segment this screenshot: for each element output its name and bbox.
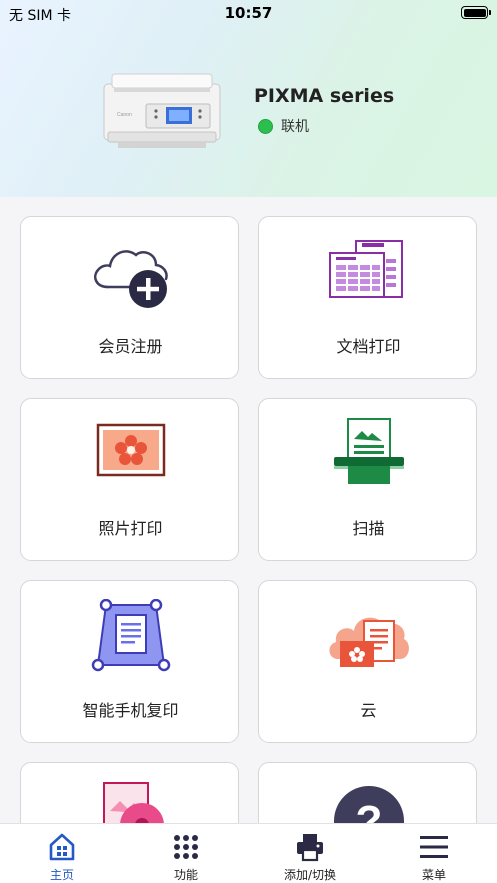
tab-label: 功能	[173, 868, 198, 882]
card-scan[interactable]: 扫描	[258, 398, 477, 561]
card-quick-menu[interactable]	[20, 762, 239, 823]
card-document-print[interactable]: 文档打印	[258, 216, 477, 379]
home-icon	[49, 833, 75, 861]
card-smartphone-copy[interactable]: 智能手机复印	[20, 580, 239, 743]
card-label: 智能手机复印	[82, 701, 179, 720]
online-status-icon	[258, 118, 273, 134]
tab-home[interactable]: 主页	[0, 824, 124, 883]
printer-image: Canon	[103, 73, 221, 148]
svg-text:?: ?	[355, 797, 382, 823]
scan-icon	[333, 418, 404, 484]
card-label: 云	[360, 701, 377, 720]
tab-label: 添加/切换	[283, 868, 337, 882]
cloud-icon	[328, 617, 409, 667]
smartphone-copy-icon	[91, 599, 170, 672]
cloud-add-icon	[93, 250, 168, 308]
tab-bar: 主页 功能 添加/切换 菜单	[0, 823, 497, 883]
card-label: 会员注册	[98, 337, 163, 356]
tab-menu[interactable]: 菜单	[372, 824, 496, 883]
card-member-registration[interactable]: 会员注册	[20, 216, 239, 379]
card-label: 文档打印	[336, 337, 401, 356]
help-icon: ?	[333, 786, 404, 823]
tab-functions[interactable]: 功能	[124, 824, 248, 883]
card-label: 扫描	[352, 519, 385, 538]
grid-dots-icon	[174, 835, 198, 859]
printer-header[interactable]: 无 SIM 卡 10:57 Canon PIXMA series 联机	[0, 0, 497, 197]
printer-icon	[297, 834, 323, 862]
battery-icon	[461, 6, 491, 19]
tab-label: 主页	[49, 868, 74, 882]
status-bar: 无 SIM 卡 10:57	[0, 0, 497, 26]
card-label: 照片打印	[98, 519, 163, 538]
tab-add-switch[interactable]: 添加/切换	[248, 824, 372, 883]
printer-name: PIXMA series	[254, 85, 395, 107]
printer-status-label: 联机	[281, 119, 309, 135]
hamburger-menu-icon	[420, 836, 448, 858]
card-photo-print[interactable]: 照片打印	[20, 398, 239, 561]
svg-text:Canon: Canon	[117, 112, 132, 118]
printer-status: 联机	[258, 116, 309, 136]
feature-grid: 会员注册 文档打印 照片打印 扫描 智能手机复印 云 ?	[0, 197, 497, 823]
card-help[interactable]: ?	[258, 762, 477, 823]
tab-label: 菜单	[421, 868, 446, 882]
quick-menu-icon	[102, 782, 164, 823]
document-print-icon	[328, 240, 403, 298]
photo-print-icon	[96, 423, 165, 477]
clock: 10:57	[224, 4, 273, 22]
card-cloud[interactable]: 云	[258, 580, 477, 743]
